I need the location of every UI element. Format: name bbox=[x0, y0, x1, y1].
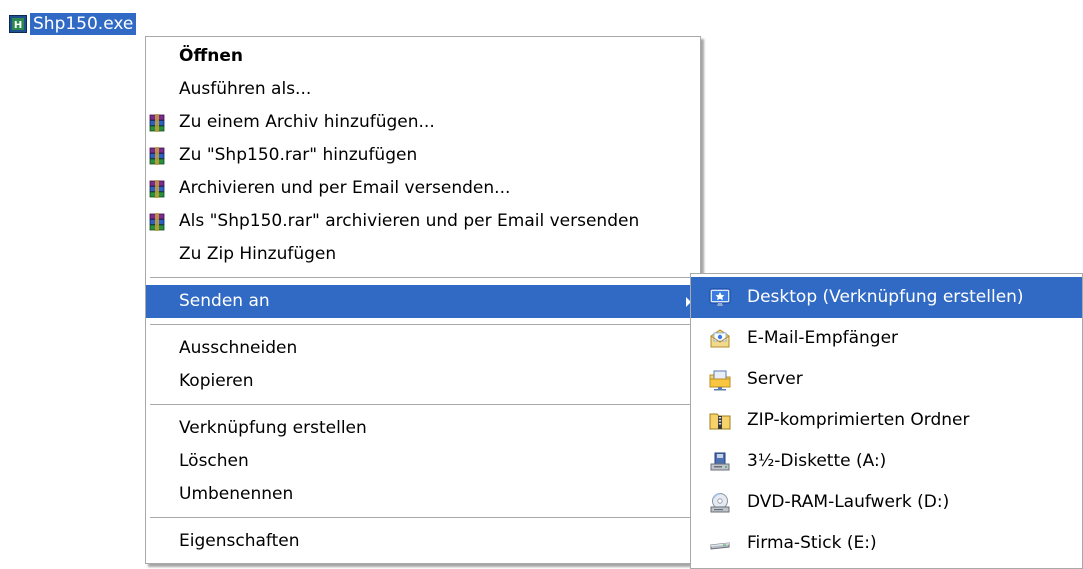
menu-item-label: Zu Zip Hinzufügen bbox=[179, 244, 337, 264]
menu-item-als-shp150-rar-email[interactable]: Als "Shp150.rar" archivieren und per Ema… bbox=[146, 205, 700, 238]
desktop-shortcut-icon bbox=[709, 288, 731, 306]
menu-item-label: Umbenennen bbox=[179, 484, 294, 504]
floppy-drive-icon bbox=[710, 452, 730, 471]
menu-item-umbenennen[interactable]: Umbenennen bbox=[146, 478, 700, 511]
usb-drive-icon bbox=[710, 542, 730, 550]
mail-recipient-icon bbox=[710, 329, 730, 348]
context-menu: Öffnen Ausführen als... Zu einem Archiv … bbox=[145, 36, 701, 564]
submenu-item-label: Desktop (Verknüpfung erstellen) bbox=[747, 287, 1024, 307]
menu-item-verknuepfung-erstellen[interactable]: Verknüpfung erstellen bbox=[146, 412, 700, 445]
winrar-icon bbox=[149, 180, 165, 198]
submenu-item-label: Firma-Stick (E:) bbox=[747, 533, 877, 553]
menu-item-oeffnen[interactable]: Öffnen bbox=[146, 40, 700, 73]
submenu-item-diskette[interactable]: 3½-Diskette (A:) bbox=[691, 441, 1082, 482]
file-name-label: Shp150.exe bbox=[30, 13, 137, 35]
submenu-item-label: ZIP-komprimierten Ordner bbox=[747, 410, 970, 430]
menu-item-zu-shp150-rar-hinzufuegen[interactable]: Zu "Shp150.rar" hinzufügen bbox=[146, 139, 700, 172]
menu-item-label: Ausschneiden bbox=[179, 338, 298, 358]
menu-item-zu-zip-hinzufuegen[interactable]: Zu Zip Hinzufügen bbox=[146, 238, 700, 271]
submenu-item-server[interactable]: Server bbox=[691, 359, 1082, 400]
submenu-item-email-empfaenger[interactable]: E-Mail-Empfänger bbox=[691, 318, 1082, 359]
desktop-file-shp150[interactable]: H Shp150.exe bbox=[8, 12, 137, 36]
menu-item-loeschen[interactable]: Löschen bbox=[146, 445, 700, 478]
menu-separator bbox=[150, 277, 696, 278]
menu-item-ausschneiden[interactable]: Ausschneiden bbox=[146, 332, 700, 365]
menu-separator bbox=[150, 324, 696, 325]
menu-item-label: Archivieren und per Email versenden... bbox=[179, 178, 511, 198]
submenu-item-label: DVD-RAM-Laufwerk (D:) bbox=[747, 492, 950, 512]
send-to-submenu: Desktop (Verknüpfung erstellen) E-Mail-E… bbox=[690, 273, 1083, 569]
zip-folder-icon bbox=[709, 413, 731, 430]
menu-item-label: Als "Shp150.rar" archivieren und per Ema… bbox=[179, 211, 640, 231]
svg-text:H: H bbox=[14, 20, 22, 31]
submenu-item-label: E-Mail-Empfänger bbox=[747, 328, 899, 348]
menu-item-zu-archiv-hinzufuegen[interactable]: Zu einem Archiv hinzufügen... bbox=[146, 106, 700, 139]
dvd-drive-icon bbox=[710, 493, 730, 513]
menu-item-label: Löschen bbox=[179, 451, 249, 471]
winrar-icon bbox=[149, 114, 165, 132]
submenu-item-label: Server bbox=[747, 369, 803, 389]
menu-item-label: Kopieren bbox=[179, 371, 254, 391]
winrar-icon bbox=[149, 213, 165, 231]
menu-item-label: Zu "Shp150.rar" hinzufügen bbox=[179, 145, 418, 165]
menu-item-label: Verknüpfung erstellen bbox=[179, 418, 367, 438]
menu-item-label: Zu einem Archiv hinzufügen... bbox=[179, 112, 435, 132]
submenu-item-desktop[interactable]: Desktop (Verknüpfung erstellen) bbox=[691, 277, 1082, 318]
menu-item-senden-an[interactable]: Senden an bbox=[146, 285, 700, 318]
winrar-icon bbox=[149, 147, 165, 165]
submenu-item-zip-ordner[interactable]: ZIP-komprimierten Ordner bbox=[691, 400, 1082, 441]
menu-separator bbox=[150, 404, 696, 405]
menu-item-label: Ausführen als... bbox=[179, 79, 312, 99]
menu-item-eigenschaften[interactable]: Eigenschaften bbox=[146, 525, 700, 558]
menu-item-ausfuehren-als[interactable]: Ausführen als... bbox=[146, 73, 700, 106]
menu-item-archivieren-email[interactable]: Archivieren und per Email versenden... bbox=[146, 172, 700, 205]
menu-item-kopieren[interactable]: Kopieren bbox=[146, 365, 700, 398]
menu-item-label: Eigenschaften bbox=[179, 531, 300, 551]
network-folder-icon bbox=[709, 370, 731, 391]
submenu-item-label: 3½-Diskette (A:) bbox=[747, 451, 887, 471]
submenu-item-dvd-laufwerk[interactable]: DVD-RAM-Laufwerk (D:) bbox=[691, 482, 1082, 523]
submenu-item-firma-stick[interactable]: Firma-Stick (E:) bbox=[691, 523, 1082, 564]
menu-item-label: Öffnen bbox=[179, 46, 243, 66]
menu-separator bbox=[150, 517, 696, 518]
menu-item-label: Senden an bbox=[179, 291, 270, 311]
exe-program-icon: H bbox=[8, 14, 28, 34]
